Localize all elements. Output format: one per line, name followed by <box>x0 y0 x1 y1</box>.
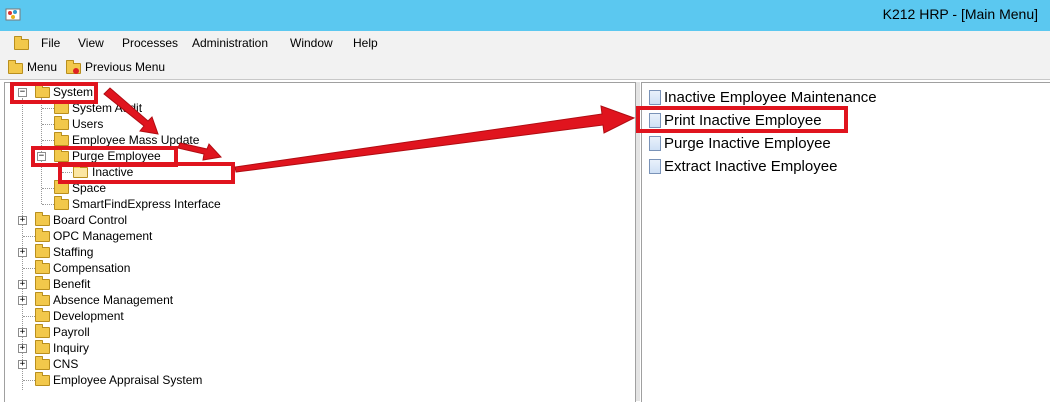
folder-icon <box>54 132 69 146</box>
folder-icon <box>35 308 50 322</box>
window-title: K212 HRP - [Main Menu] <box>882 6 1038 22</box>
document-icon <box>649 90 661 105</box>
expand-icon[interactable]: + <box>18 328 27 337</box>
menu-tree: − System System Audit Users Employee Mas… <box>4 82 636 402</box>
folder-icon <box>35 356 50 370</box>
menu-administration[interactable]: Administration <box>192 36 268 50</box>
folder-icon <box>35 324 50 338</box>
folder-icon <box>54 180 69 194</box>
tree-node-development[interactable]: Development <box>5 308 205 324</box>
menu-folder-icon <box>14 36 29 50</box>
list-item[interactable]: Inactive Employee Maintenance <box>642 88 1042 108</box>
tree-node-cns[interactable]: + CNS <box>5 356 205 372</box>
highlight-box-print-inactive-employee <box>636 106 848 133</box>
folder-icon <box>54 100 69 114</box>
folder-icon <box>54 196 69 210</box>
tree-node-opc-management[interactable]: OPC Management <box>5 228 205 244</box>
folder-icon <box>35 372 50 386</box>
menu-file[interactable]: File <box>41 36 60 50</box>
menu-folder-icon <box>8 60 23 74</box>
title-bar: K212 HRP - [Main Menu] <box>0 0 1050 31</box>
menu-processes[interactable]: Processes <box>122 36 178 50</box>
highlight-box-inactive <box>58 162 235 184</box>
menu-help[interactable]: Help <box>353 36 378 50</box>
tree-node-payroll[interactable]: + Payroll <box>5 324 205 340</box>
folder-icon <box>35 212 50 226</box>
folder-icon <box>35 340 50 354</box>
list-item[interactable]: Extract Inactive Employee <box>642 157 1042 177</box>
expand-icon[interactable]: + <box>18 280 27 289</box>
app-icon[interactable] <box>5 6 21 22</box>
previous-menu-red-dot <box>73 68 79 74</box>
menu-bar: File View Processes Administration Windo… <box>0 31 1050 55</box>
expand-icon[interactable]: + <box>18 344 27 353</box>
expand-icon[interactable]: + <box>18 248 27 257</box>
folder-icon <box>35 260 50 274</box>
folder-icon <box>54 116 69 130</box>
previous-menu-button[interactable]: Previous Menu <box>85 60 165 74</box>
tree-node-smartfindexpress-interface[interactable]: SmartFindExpress Interface <box>5 196 225 212</box>
expand-icon[interactable]: + <box>18 216 27 225</box>
tree-node-staffing[interactable]: + Staffing <box>5 244 205 260</box>
folder-icon <box>35 292 50 306</box>
document-icon <box>649 136 661 151</box>
folder-icon <box>35 276 50 290</box>
menu-button[interactable]: Menu <box>27 60 57 74</box>
document-icon <box>649 159 661 174</box>
expand-icon[interactable]: + <box>18 296 27 305</box>
tree-node-users[interactable]: Users <box>5 116 205 132</box>
tree-node-benefit[interactable]: + Benefit <box>5 276 205 292</box>
tree-node-absence-management[interactable]: + Absence Management <box>5 292 205 308</box>
tree-node-compensation[interactable]: Compensation <box>5 260 205 276</box>
menu-window[interactable]: Window <box>290 36 333 50</box>
toolbar: Menu Previous Menu <box>0 55 1050 80</box>
folder-icon <box>35 228 50 242</box>
highlight-box-system <box>10 82 98 104</box>
list-item[interactable]: Purge Inactive Employee <box>642 134 1042 154</box>
folder-icon <box>35 244 50 258</box>
tree-node-board-control[interactable]: + Board Control <box>5 212 205 228</box>
tree-node-employee-appraisal-system[interactable]: Employee Appraisal System <box>5 372 225 388</box>
expand-icon[interactable]: + <box>18 360 27 369</box>
tree-node-inquiry[interactable]: + Inquiry <box>5 340 205 356</box>
menu-view[interactable]: View <box>78 36 104 50</box>
